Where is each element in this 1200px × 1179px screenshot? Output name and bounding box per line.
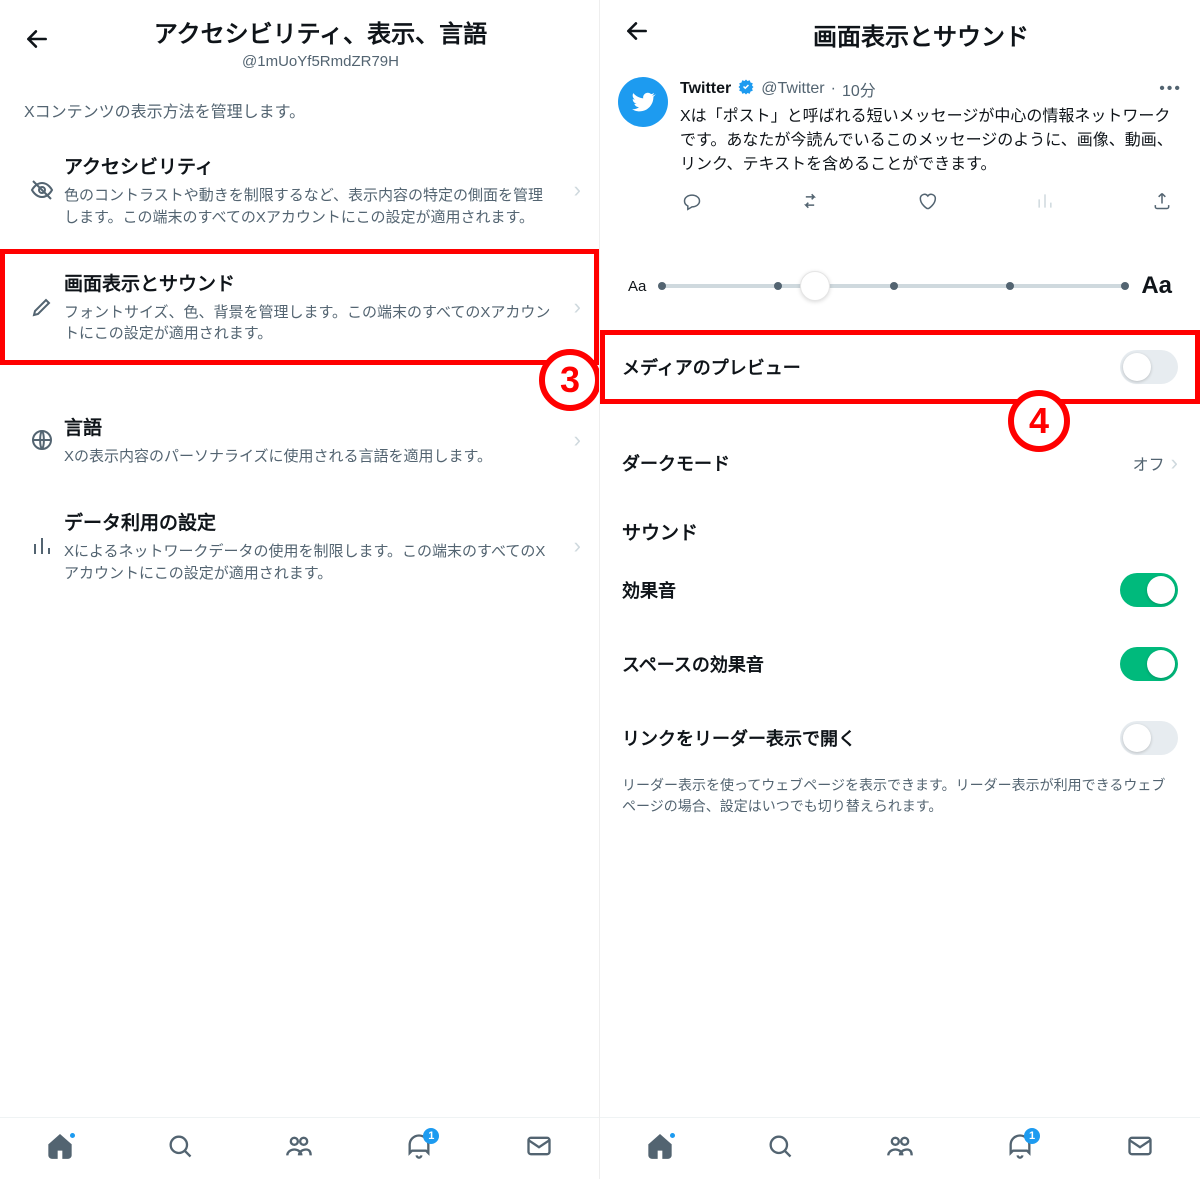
tab-notifications[interactable]: 1 [405,1132,433,1165]
slider-thumb[interactable] [800,271,830,301]
setting-sound-effects[interactable]: 効果音 [600,553,1200,627]
font-size-small-label: Aa [628,278,646,295]
header-right: 画面表示とサウンド [600,0,1200,63]
chevron-right-icon: › [564,294,591,320]
row-title: 画面表示とサウンド [64,269,558,296]
font-size-slider[interactable]: Aa Aa [600,234,1200,330]
chevron-right-icon: › [564,533,591,559]
toggle-media-preview[interactable] [1120,350,1178,384]
page-title: 画面表示とサウンド [658,17,1184,52]
share-icon[interactable] [1152,191,1172,216]
tab-messages[interactable] [525,1132,553,1165]
row-title: アクセシビリティ [64,152,558,179]
setting-sub: リーダー表示を使ってウェブページを表示できます。リーダー表示が利用できるウェブペ… [600,775,1200,833]
nav-data-usage[interactable]: データ利用の設定 Xによるネットワークデータの使用を制限します。この端末のすべて… [0,488,599,605]
bars-icon [20,534,64,558]
tab-home[interactable] [646,1132,674,1165]
tab-communities[interactable] [886,1132,914,1165]
nav-display-sound[interactable]: 画面表示とサウンド フォントサイズ、色、背景を管理します。この端末のすべてのXア… [0,249,599,366]
tweet-handle: @Twitter [761,80,824,98]
callout-4: 4 [1008,390,1070,452]
setting-media-preview[interactable]: メディアのプレビュー 4 [600,330,1200,404]
tab-notifications[interactable]: 1 [1006,1132,1034,1165]
setting-spaces-sounds[interactable]: スペースの効果音 [600,627,1200,701]
setting-label: メディアのプレビュー [622,354,801,380]
retweet-icon[interactable] [800,191,820,216]
row-sub: Xによるネットワークデータの使用を制限します。この端末のすべてのXアカウントにこ… [64,541,558,585]
tab-search[interactable] [166,1132,194,1165]
reply-icon[interactable] [682,191,702,216]
analytics-icon[interactable] [1035,191,1055,216]
callout-3: 3 [539,349,600,411]
eye-off-icon [20,178,64,202]
more-icon[interactable]: ••• [1159,80,1182,98]
setting-value: オフ [1133,451,1165,475]
row-sub: Xの表示内容のパーソナライズに使用される言語を適用します。 [64,446,558,468]
like-icon[interactable] [917,191,937,216]
username: @1mUoYf5RmdZR79H [58,53,583,70]
section-sound: サウンド [600,496,1200,553]
tab-home[interactable] [46,1132,74,1165]
tweet-time: 10分 [842,77,876,101]
header-left: アクセシビリティ、表示、言語 @1mUoYf5RmdZR79H [0,0,599,78]
setting-label: 効果音 [622,577,676,603]
chevron-right-icon: › [564,177,591,203]
font-size-large-label: Aa [1141,272,1172,300]
setting-label: ダークモード [622,450,730,476]
back-button[interactable] [616,14,658,55]
setting-label: リンクをリーダー表示で開く [622,725,856,751]
notification-badge: 1 [1024,1128,1040,1144]
pencil-icon [20,295,64,319]
row-sub: 色のコントラストや動きを制限するなど、表示内容の特定の側面を管理します。この端末… [64,185,558,229]
chevron-right-icon: › [1171,450,1178,476]
row-title: 言語 [64,413,558,440]
tweet-author: Twitter [680,80,731,98]
tab-messages[interactable] [1126,1132,1154,1165]
toggle-sound-effects[interactable] [1120,573,1178,607]
nav-accessibility[interactable]: アクセシビリティ 色のコントラストや動きを制限するなど、表示内容の特定の側面を管… [0,132,599,249]
globe-icon [20,428,64,452]
chevron-right-icon: › [564,427,591,453]
row-sub: フォントサイズ、色、背景を管理します。この端末のすべてのXアカウントにこの設定が… [64,302,558,346]
setting-dark-mode[interactable]: ダークモード オフ› [600,430,1200,496]
setting-reader-view[interactable]: リンクをリーダー表示で開く [600,701,1200,775]
page-description: Xコンテンツの表示方法を管理します。 [0,78,599,132]
tab-communities[interactable] [285,1132,313,1165]
page-title: アクセシビリティ、表示、言語 [58,14,583,49]
tabbar-right: 1 [600,1117,1200,1179]
notification-badge: 1 [423,1128,439,1144]
toggle-reader-view[interactable] [1120,721,1178,755]
tabbar-left: 1 [0,1117,599,1179]
nav-languages[interactable]: 言語 Xの表示内容のパーソナライズに使用される言語を適用します。 › [0,393,599,488]
tweet-text: Xは「ポスト」と呼ばれる短いメッセージが中心の情報ネットワークです。あなたが今読… [680,105,1182,177]
back-button[interactable] [16,22,58,63]
verified-icon [737,78,755,101]
sample-tweet: Twitter @Twitter · 10分 ••• Xは「ポスト」と呼ばれる短… [600,63,1200,234]
setting-label: スペースの効果音 [622,651,764,677]
tab-search[interactable] [766,1132,794,1165]
row-title: データ利用の設定 [64,508,558,535]
toggle-spaces-sounds[interactable] [1120,647,1178,681]
avatar [618,77,668,127]
